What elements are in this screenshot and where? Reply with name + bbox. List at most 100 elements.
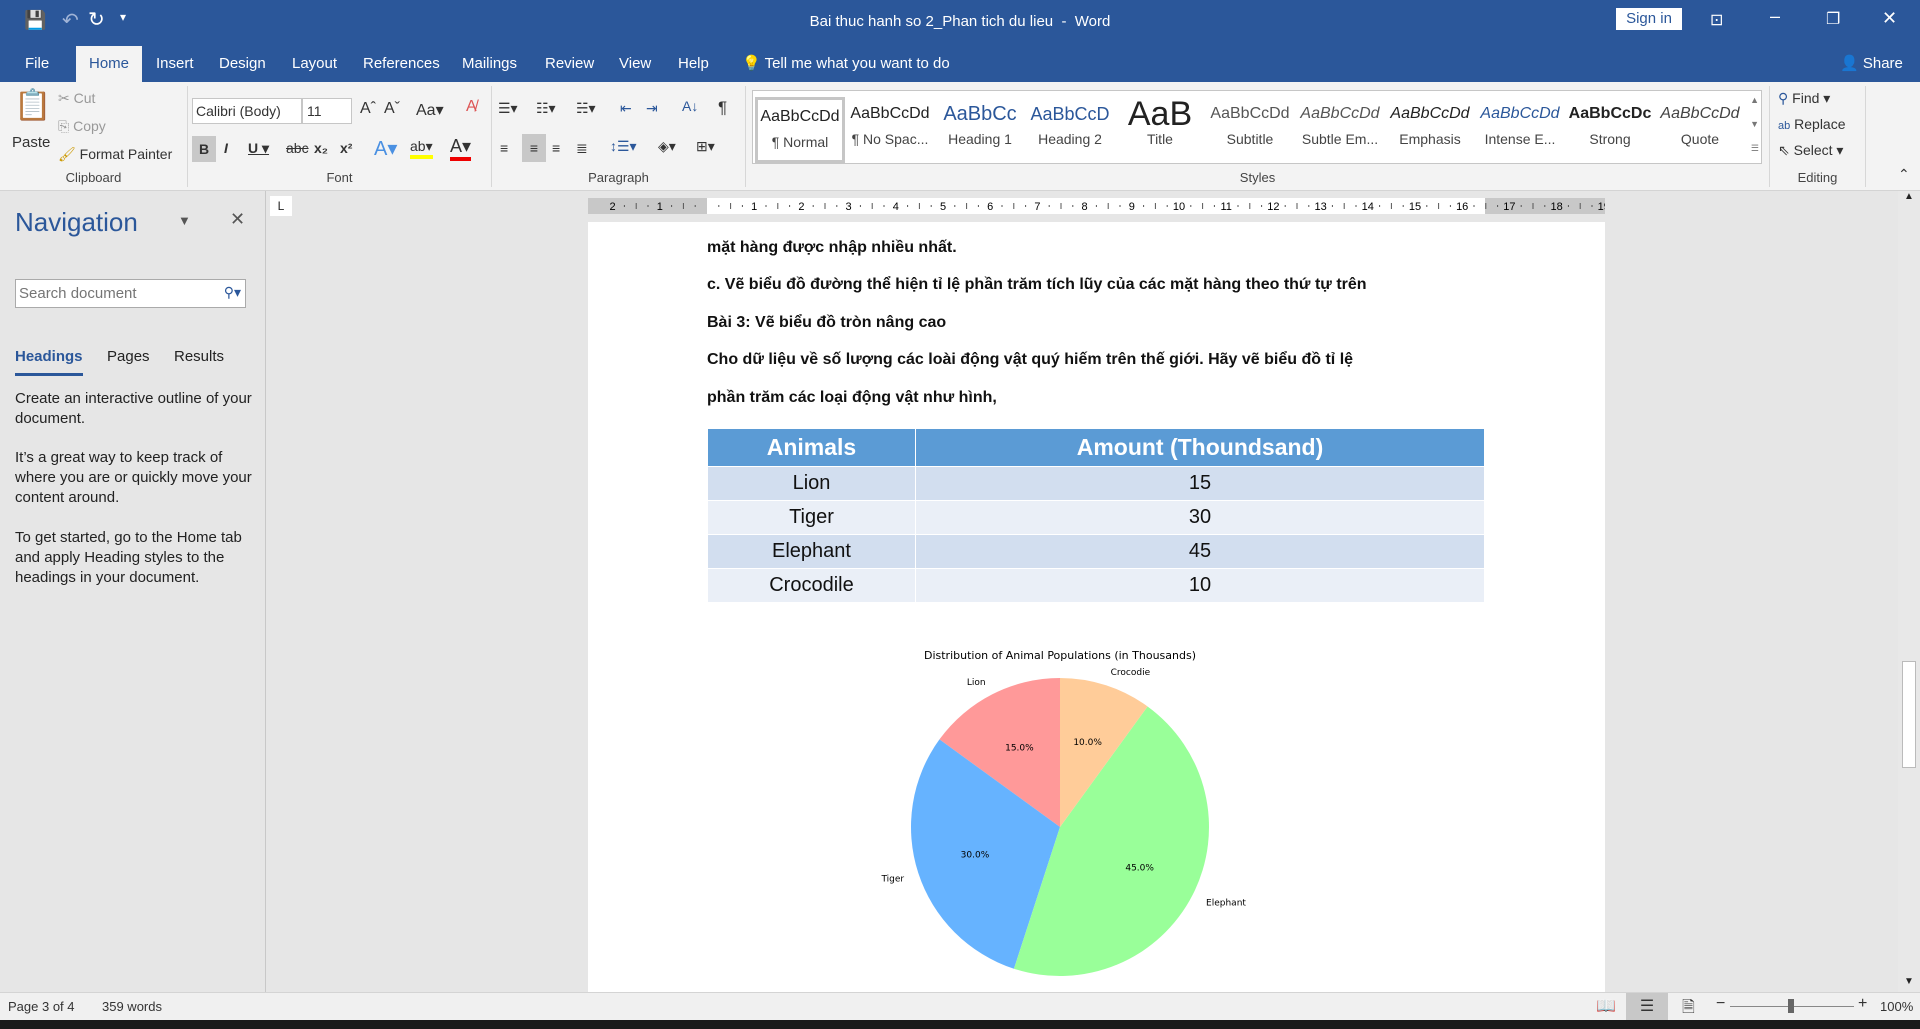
increase-indent-icon[interactable]: ⇥ <box>646 100 658 117</box>
search-icon[interactable]: ⚲▾ <box>224 284 241 301</box>
vertical-scrollbar[interactable]: ▲ ▼ <box>1898 191 1920 992</box>
web-layout-icon[interactable]: 🗎 <box>1682 996 1695 1023</box>
gallery-more-icon[interactable]: ☰ <box>1751 143 1759 154</box>
font-family-select[interactable]: Calibri (Body) <box>192 98 302 124</box>
word-count[interactable]: 359 words <box>102 999 162 1014</box>
tab-references[interactable]: References <box>353 46 450 82</box>
style-preview: AaBbCcDc <box>1568 105 1652 122</box>
align-left-icon[interactable]: ≡ <box>500 140 508 156</box>
superscript-button[interactable]: x² <box>340 140 352 156</box>
zoom-level[interactable]: 100% <box>1880 999 1913 1014</box>
style-title[interactable]: AaB Title <box>1115 97 1205 163</box>
print-layout-icon[interactable]: ☰ <box>1626 993 1668 1020</box>
tab-help[interactable]: Help <box>668 46 719 82</box>
shrink-font-icon[interactable]: Aˇ <box>384 100 400 118</box>
select-button[interactable]: ⇖ Select ▾ <box>1778 142 1843 159</box>
pane-options-icon[interactable]: ▼ <box>178 213 191 228</box>
paste-button[interactable]: Paste <box>12 134 50 151</box>
scissors-icon: ✂ <box>58 90 70 106</box>
find-button[interactable]: ⚲ Find ▾ <box>1778 90 1830 107</box>
italic-button[interactable]: I <box>224 140 228 156</box>
tab-view[interactable]: View <box>609 46 661 82</box>
zoom-in-icon[interactable]: + <box>1858 995 1867 1013</box>
style-name: Quote <box>1680 131 1720 147</box>
style-normal[interactable]: AaBbCcDd ¶ Normal <box>755 97 845 163</box>
minimize-icon[interactable]: – <box>1770 6 1780 27</box>
clear-formatting-icon[interactable]: A̸ <box>466 98 477 116</box>
paragraph-group: ☰▾ ☷▾ ☵▾ ⇤ ⇥ A↓ ¶ ≡ ≡ ≡ ≣ ↕☰▾ ◈▾ ⊞▾ Para… <box>492 86 746 187</box>
sign-in-button[interactable]: Sign in <box>1616 8 1682 30</box>
horizontal-ruler[interactable]: 2112345678910111213141516171819 <box>588 198 1605 214</box>
line-spacing-icon[interactable]: ↕☰▾ <box>610 138 637 155</box>
font-color-icon[interactable]: A▾ <box>450 136 472 161</box>
style-subtle-em[interactable]: AaBbCcDd Subtle Em... <box>1295 97 1385 163</box>
replace-icon: ab <box>1778 120 1791 132</box>
tab-home[interactable]: Home <box>76 46 142 82</box>
gallery-down-icon[interactable]: ▼ <box>1750 119 1759 129</box>
search-document-field[interactable]: ⚲▾ <box>15 279 246 308</box>
style-no-spac[interactable]: AaBbCcDd ¶ No Spac... <box>845 97 935 163</box>
justify-icon[interactable]: ≣ <box>576 140 588 157</box>
align-right-icon[interactable]: ≡ <box>552 140 560 156</box>
style-intense-e[interactable]: AaBbCcDd Intense E... <box>1475 97 1565 163</box>
tab-mailings[interactable]: Mailings <box>452 46 527 82</box>
clipboard-label: Clipboard <box>65 170 122 185</box>
cut-button[interactable]: ✂ Cut <box>58 90 95 107</box>
tab-design[interactable]: Design <box>209 46 276 82</box>
zoom-out-icon[interactable]: − <box>1716 995 1725 1013</box>
borders-icon[interactable]: ⊞▾ <box>696 138 715 155</box>
document-page[interactable]: mặt hàng được nhập nhiều nhất. c. Vẽ biể… <box>588 222 1605 992</box>
scroll-down-icon[interactable]: ▼ <box>1904 976 1914 987</box>
sort-icon[interactable]: A↓ <box>682 98 698 114</box>
change-case-icon[interactable]: Aa▾ <box>416 100 444 120</box>
share-button[interactable]: 👤 Share <box>1830 46 1913 82</box>
page-count[interactable]: Page 3 of 4 <box>8 999 75 1014</box>
tab-stop-selector[interactable]: L <box>270 196 292 216</box>
tab-pages[interactable]: Pages <box>107 348 150 365</box>
ribbon-display-options-icon[interactable]: ⊡ <box>1710 10 1723 30</box>
tell-me-search[interactable]: 💡 Tell me what you want to do <box>732 46 960 82</box>
subscript-button[interactable]: x₂ <box>314 140 328 156</box>
close-pane-icon[interactable]: ✕ <box>230 209 245 230</box>
close-icon[interactable]: ✕ <box>1882 8 1897 29</box>
style-subtitle[interactable]: AaBbCcDd Subtitle <box>1205 97 1295 163</box>
align-center-icon[interactable]: ≡ <box>522 134 546 162</box>
show-formatting-icon[interactable]: ¶ <box>718 98 727 118</box>
style-heading-2[interactable]: AaBbCcD Heading 2 <box>1025 97 1115 163</box>
text-effects-icon[interactable]: A▾ <box>374 136 397 161</box>
restore-icon[interactable]: ❐ <box>1826 9 1840 29</box>
decrease-indent-icon[interactable]: ⇤ <box>620 100 632 117</box>
underline-button[interactable]: U ▾ <box>248 140 269 157</box>
shading-icon[interactable]: ◈▾ <box>658 138 676 155</box>
tab-insert[interactable]: Insert <box>146 46 204 82</box>
collapse-ribbon-icon[interactable]: ⌃ <box>1898 166 1910 183</box>
tab-layout[interactable]: Layout <box>282 46 347 82</box>
read-mode-icon[interactable]: 📖 <box>1596 996 1616 1016</box>
format-painter-button[interactable]: 🖌 Format Painter <box>58 146 172 163</box>
tab-file[interactable]: File <box>15 46 59 82</box>
grow-font-icon[interactable]: Aˆ <box>360 100 376 118</box>
tab-headings[interactable]: Headings <box>15 348 83 376</box>
tab-review[interactable]: Review <box>535 46 604 82</box>
style-emphasis[interactable]: AaBbCcDd Emphasis <box>1385 97 1475 163</box>
style-heading-1[interactable]: AaBbCc Heading 1 <box>935 97 1025 163</box>
paste-icon[interactable]: 📋 <box>14 88 51 123</box>
gallery-up-icon[interactable]: ▲ <box>1750 95 1759 105</box>
bold-button[interactable]: B <box>192 136 216 162</box>
multilevel-list-icon[interactable]: ☵▾ <box>576 100 596 117</box>
style-quote[interactable]: AaBbCcDd Quote <box>1655 97 1745 163</box>
scroll-up-icon[interactable]: ▲ <box>1904 191 1914 202</box>
style-strong[interactable]: AaBbCcDc Strong <box>1565 97 1655 163</box>
highlight-icon[interactable]: ab▾ <box>410 138 433 159</box>
font-size-select[interactable]: 11 <box>302 98 352 124</box>
scrollbar-thumb[interactable] <box>1902 661 1916 768</box>
copy-button[interactable]: ⎘ Copy <box>58 118 106 135</box>
strikethrough-button[interactable]: abc <box>286 140 309 156</box>
replace-button[interactable]: ab Replace <box>1778 116 1846 132</box>
zoom-slider-thumb[interactable] <box>1788 999 1794 1013</box>
search-document-input[interactable] <box>16 280 206 307</box>
bullets-icon[interactable]: ☰▾ <box>498 100 518 117</box>
tab-results[interactable]: Results <box>174 348 224 365</box>
numbering-icon[interactable]: ☷▾ <box>536 100 556 117</box>
ruler-number: 2 <box>610 201 616 213</box>
